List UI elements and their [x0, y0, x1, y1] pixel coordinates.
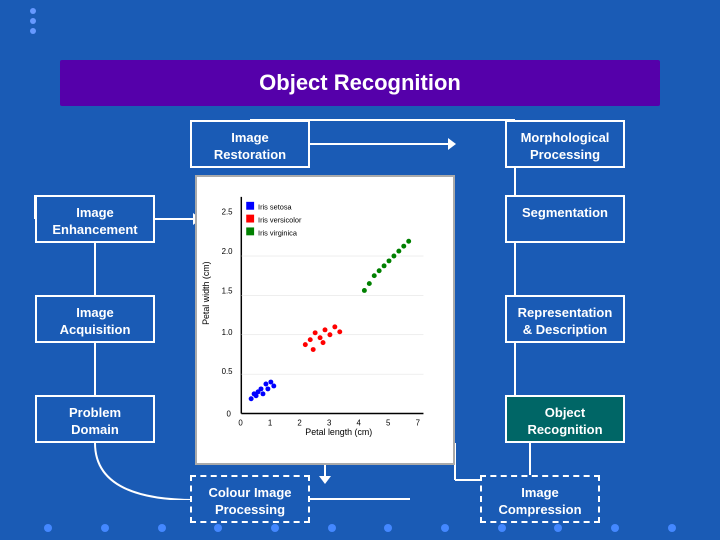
- main-area: Image Restoration Morphological Processi…: [20, 110, 700, 500]
- image-compression-box: Image Compression: [480, 475, 600, 523]
- svg-text:0: 0: [227, 409, 232, 418]
- svg-text:3: 3: [327, 418, 332, 427]
- bottom-dots: [0, 524, 720, 532]
- image-restoration-box: Image Restoration: [190, 120, 310, 168]
- representation-box: Representation & Description: [505, 295, 625, 343]
- center-chart-image: Petal width (cm) Petal length (cm) 0 0.5…: [195, 175, 455, 465]
- svg-text:2: 2: [297, 418, 301, 427]
- colour-image-box: Colour Image Processing: [190, 475, 310, 523]
- image-acquisition-box: Image Acquisition: [35, 295, 155, 343]
- svg-text:4: 4: [357, 418, 362, 427]
- svg-text:Petal width (cm): Petal width (cm): [201, 261, 211, 325]
- morphological-box: Morphological Processing: [505, 120, 625, 168]
- svg-text:0.5: 0.5: [222, 367, 234, 376]
- top-dots: [30, 8, 36, 34]
- object-recognition-bottom-box: Object Recognition: [505, 395, 625, 443]
- svg-text:2.0: 2.0: [222, 247, 234, 256]
- svg-text:2.5: 2.5: [222, 208, 234, 217]
- svg-text:0: 0: [238, 418, 243, 427]
- svg-text:7: 7: [416, 418, 420, 427]
- svg-text:1.5: 1.5: [222, 286, 234, 295]
- svg-text:Iris setosa: Iris setosa: [258, 203, 293, 212]
- svg-text:Iris virginica: Iris virginica: [258, 228, 298, 237]
- image-enhancement-box: Image Enhancement: [35, 195, 155, 243]
- title-bar: Object Recognition: [60, 60, 660, 106]
- svg-text:1: 1: [268, 418, 272, 427]
- svg-text:5: 5: [386, 418, 391, 427]
- segmentation-box: Segmentation: [505, 195, 625, 243]
- page-title: Object Recognition: [80, 70, 640, 96]
- problem-domain-box: Problem Domain: [35, 395, 155, 443]
- svg-text:Petal length (cm): Petal length (cm): [305, 427, 372, 437]
- svg-text:1.0: 1.0: [222, 328, 234, 337]
- svg-text:Iris versicolor: Iris versicolor: [258, 216, 302, 225]
